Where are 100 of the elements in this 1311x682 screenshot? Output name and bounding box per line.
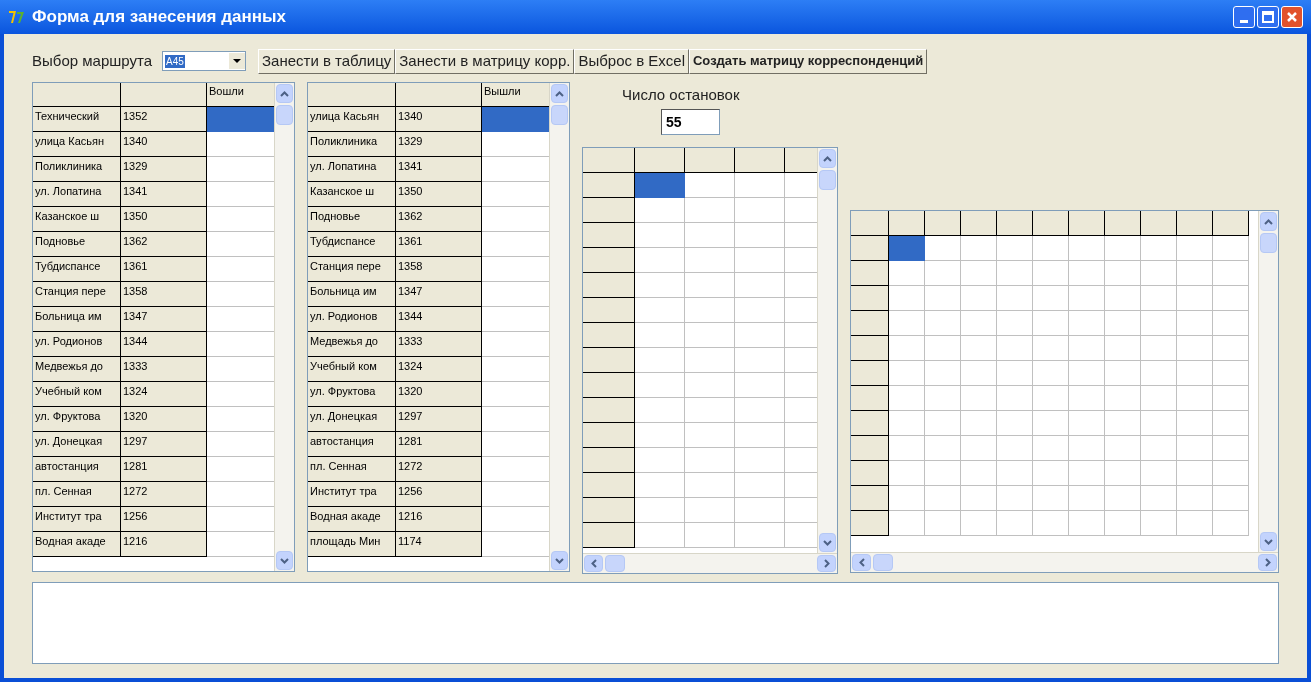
matrix-cell[interactable] <box>1033 436 1069 461</box>
matrix-cell[interactable] <box>635 498 685 523</box>
matrix-cell[interactable] <box>1033 486 1069 511</box>
matrix-cell[interactable] <box>635 223 685 248</box>
matrix-cell[interactable] <box>1105 411 1141 436</box>
matrix-cell[interactable] <box>1033 311 1069 336</box>
memo-field[interactable] <box>32 582 1279 664</box>
matrix-cell[interactable] <box>961 511 997 536</box>
matrix-cell[interactable] <box>1213 286 1249 311</box>
matrix-cell[interactable] <box>997 361 1033 386</box>
matrix-cell[interactable] <box>961 386 997 411</box>
matrix-cell[interactable] <box>735 173 785 198</box>
scroll-up-button[interactable] <box>1260 212 1277 231</box>
matrix-cell[interactable] <box>997 436 1033 461</box>
matrix-cell[interactable] <box>925 236 961 261</box>
matrix-cell[interactable] <box>735 348 785 373</box>
matrix-cell[interactable] <box>1033 461 1069 486</box>
matrix-cell[interactable] <box>635 448 685 473</box>
matrix-cell[interactable] <box>889 336 925 361</box>
matrix-cell[interactable] <box>1069 461 1105 486</box>
matrix-cell[interactable] <box>635 323 685 348</box>
matrix-cell[interactable] <box>961 311 997 336</box>
matrix-cell[interactable] <box>889 311 925 336</box>
scroll-thumb[interactable] <box>1260 233 1277 253</box>
scroll-right-button[interactable] <box>817 555 836 572</box>
matrix-cell[interactable] <box>685 448 735 473</box>
matrix-cell[interactable] <box>735 498 785 523</box>
scroll-up-button[interactable] <box>819 149 836 168</box>
matrix-cell[interactable] <box>1213 511 1249 536</box>
matrix-cell[interactable] <box>1213 386 1249 411</box>
matrix-cell[interactable] <box>1105 311 1141 336</box>
scroll-right-button[interactable] <box>1258 554 1277 571</box>
matrix-cell[interactable] <box>889 436 925 461</box>
matrix-cell[interactable] <box>889 261 925 286</box>
matrix-cell[interactable] <box>735 298 785 323</box>
matrix-cell[interactable] <box>685 398 735 423</box>
matrix-cell[interactable] <box>1177 486 1213 511</box>
scroll-up-button[interactable] <box>276 84 293 103</box>
matrix-cell[interactable] <box>1069 436 1105 461</box>
matrix-cell[interactable] <box>1213 311 1249 336</box>
matrix-cell[interactable] <box>925 436 961 461</box>
matrix-cell[interactable] <box>961 361 997 386</box>
scroll-up-button[interactable] <box>551 84 568 103</box>
entry-cell[interactable] <box>482 107 549 132</box>
matrix-cell[interactable] <box>635 198 685 223</box>
matrix-cell[interactable] <box>1069 411 1105 436</box>
matrix-cell[interactable] <box>635 298 685 323</box>
matrix-cell[interactable] <box>1213 461 1249 486</box>
matrix-cell[interactable] <box>735 523 785 548</box>
matrix-cell[interactable] <box>997 386 1033 411</box>
matrix-cell[interactable] <box>1033 336 1069 361</box>
matrix-cell[interactable] <box>1141 411 1177 436</box>
matrix-cell[interactable] <box>685 323 735 348</box>
matrix-cell[interactable] <box>1141 236 1177 261</box>
matrix-cell[interactable] <box>635 373 685 398</box>
matrix-cell[interactable] <box>685 198 735 223</box>
matrix-cell[interactable] <box>997 411 1033 436</box>
matrix-cell[interactable] <box>1105 461 1141 486</box>
matrix-cell[interactable] <box>1213 336 1249 361</box>
scroll-down-button[interactable] <box>1260 532 1277 551</box>
scroll-down-button[interactable] <box>551 551 568 570</box>
scroll-down-button[interactable] <box>276 551 293 570</box>
scroll-left-button[interactable] <box>584 555 603 572</box>
matrix-cell[interactable] <box>1033 386 1069 411</box>
matrix-cell[interactable] <box>635 398 685 423</box>
matrix-cell[interactable] <box>889 286 925 311</box>
matrix-cell[interactable] <box>1069 486 1105 511</box>
matrix-cell[interactable] <box>997 336 1033 361</box>
matrix-cell[interactable] <box>925 386 961 411</box>
matrix-cell[interactable] <box>735 198 785 223</box>
horizontal-scrollbar[interactable] <box>583 553 837 573</box>
matrix-cell[interactable] <box>1069 286 1105 311</box>
matrix-cell[interactable] <box>1033 511 1069 536</box>
matrix-cell[interactable] <box>1141 461 1177 486</box>
matrix-cell[interactable] <box>889 461 925 486</box>
matrix-cell[interactable] <box>1141 511 1177 536</box>
matrix-cell[interactable] <box>925 411 961 436</box>
matrix-cell[interactable] <box>925 311 961 336</box>
matrix-cell[interactable] <box>1213 486 1249 511</box>
scroll-thumb[interactable] <box>605 555 625 572</box>
matrix-cell[interactable] <box>925 511 961 536</box>
matrix-cell[interactable] <box>1213 436 1249 461</box>
matrix-cell[interactable] <box>1105 386 1141 411</box>
vertical-scrollbar[interactable] <box>817 148 837 553</box>
matrix-cell[interactable] <box>635 348 685 373</box>
matrix-cell[interactable] <box>1177 261 1213 286</box>
matrix-cell[interactable] <box>1177 436 1213 461</box>
matrix-cell[interactable] <box>925 461 961 486</box>
matrix-cell[interactable] <box>1141 386 1177 411</box>
matrix-cell[interactable] <box>1213 236 1249 261</box>
matrix-cell[interactable] <box>1105 436 1141 461</box>
matrix-cell[interactable] <box>961 261 997 286</box>
matrix-cell[interactable] <box>685 248 735 273</box>
matrix-cell[interactable] <box>635 423 685 448</box>
matrix-cell[interactable] <box>685 473 735 498</box>
entry-cell[interactable] <box>207 107 274 132</box>
matrix-cell[interactable] <box>1069 236 1105 261</box>
matrix-cell[interactable] <box>1177 461 1213 486</box>
matrix-cell[interactable] <box>1033 286 1069 311</box>
matrix-cell[interactable] <box>735 273 785 298</box>
